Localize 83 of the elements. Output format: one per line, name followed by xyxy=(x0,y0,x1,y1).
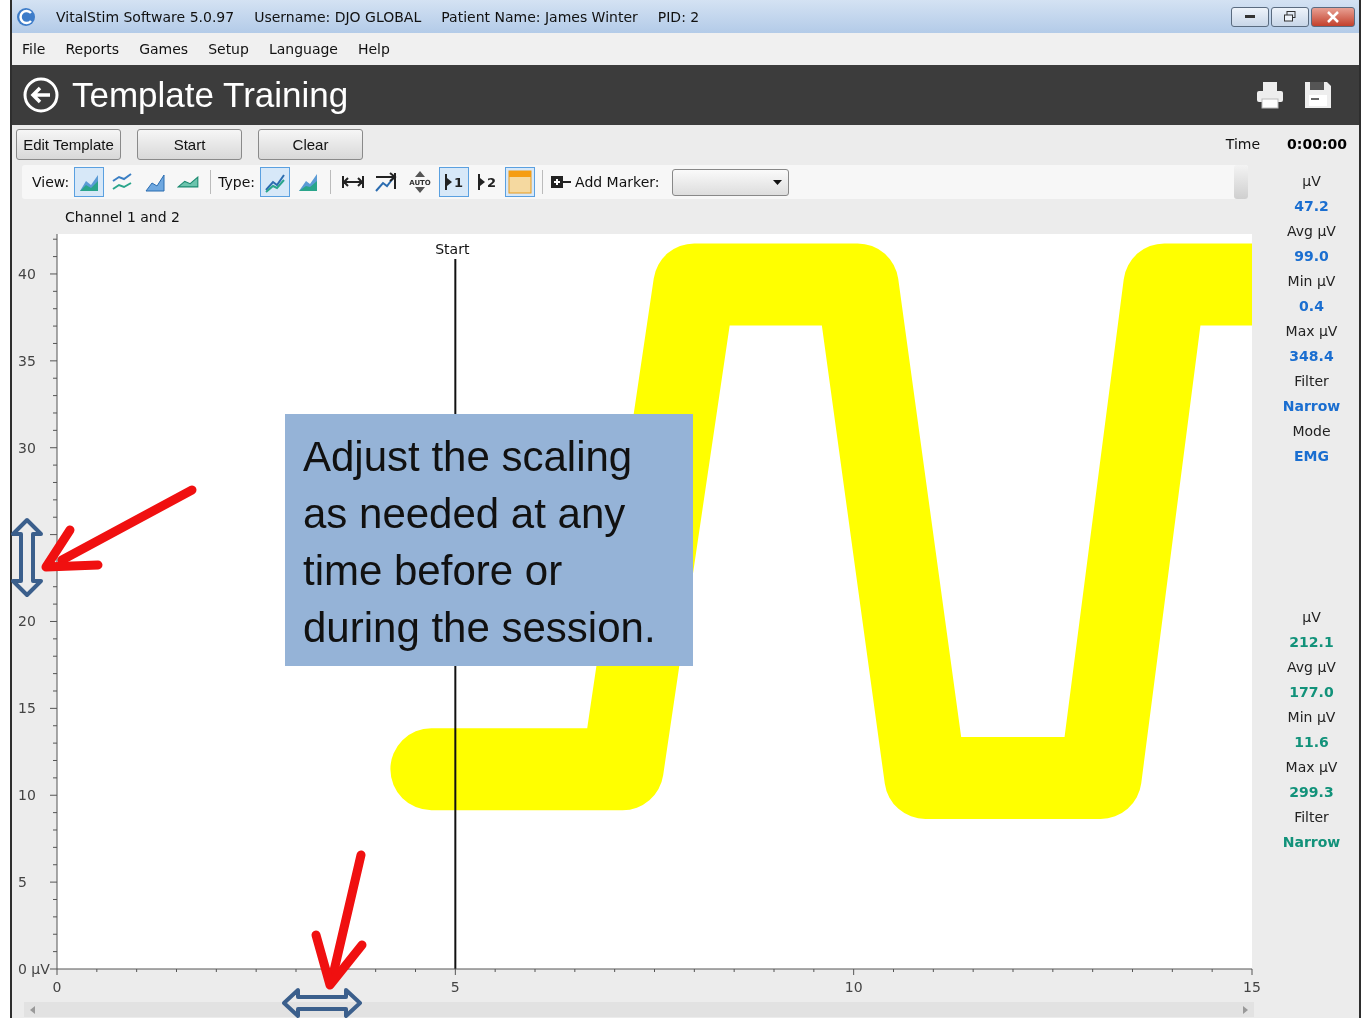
stat-label: Avg µV xyxy=(1287,658,1336,677)
channel-label: Channel 1 and 2 xyxy=(65,208,180,225)
stat-label: Min µV xyxy=(1287,272,1336,291)
restore-button[interactable] xyxy=(1271,6,1309,27)
menu-item[interactable]: Help xyxy=(357,41,390,57)
stat-value: 47.2 xyxy=(1294,197,1329,216)
channel-marker-button[interactable]: 2 xyxy=(472,167,503,197)
back-icon[interactable] xyxy=(22,76,60,114)
y-tick-label: 5 xyxy=(18,874,27,891)
time-value: 0:00:00 xyxy=(1287,136,1347,152)
stat-label: Max µV xyxy=(1285,758,1338,777)
view-button[interactable] xyxy=(74,167,105,197)
marker-dropdown[interactable] xyxy=(672,168,790,196)
minimize-button[interactable] xyxy=(1231,6,1269,27)
y-tick-label: 0 µV xyxy=(18,961,50,977)
restore-icon xyxy=(1284,11,1296,22)
add-marker-icon[interactable] xyxy=(550,174,573,190)
x-tick-label: 5 xyxy=(450,979,460,995)
color-swatch-icon xyxy=(508,170,533,194)
y-tick-label: 40 xyxy=(18,265,36,282)
close-button[interactable] xyxy=(1311,6,1355,27)
stat-value: 11.6 xyxy=(1294,733,1329,752)
add-marker-label: Add Marker: xyxy=(575,174,660,190)
x-tick-label: 10 xyxy=(844,979,863,995)
toolbar-button[interactable]: Start xyxy=(137,128,242,160)
window-title: VitalStim Software 5.0.97 xyxy=(56,8,235,25)
stat-label: Min µV xyxy=(1287,708,1336,727)
menu-item[interactable]: File xyxy=(22,41,46,57)
stat-label: µV xyxy=(1302,608,1321,627)
stat-label: Filter xyxy=(1294,808,1329,827)
stat-value: 177.0 xyxy=(1289,683,1334,702)
stat-value: EMG xyxy=(1294,447,1329,466)
stat-value: Narrow xyxy=(1282,397,1341,416)
menu-item[interactable]: Games xyxy=(139,41,189,57)
save-icon[interactable] xyxy=(1303,80,1333,110)
patient-id-text: PID: 2 xyxy=(657,8,700,25)
patient-name-text: Patient Name: James Winter xyxy=(441,8,638,25)
y-tick-label: 30 xyxy=(18,439,36,456)
stat-value: 299.3 xyxy=(1289,783,1334,802)
y-tick-label: 15 xyxy=(18,700,36,717)
toolbar-scroll xyxy=(1234,165,1248,199)
dropdown-caret-icon xyxy=(773,179,783,185)
stat-value: 99.0 xyxy=(1294,247,1329,266)
toolbar-button[interactable]: Clear xyxy=(258,128,363,160)
edit-template-button[interactable]: Edit Template xyxy=(16,128,121,160)
minimize-icon xyxy=(1245,14,1255,19)
y-tick-label: 20 xyxy=(18,613,36,630)
callout-note: Adjust the scaling as needed at any time before or during the session. xyxy=(285,414,693,666)
type-button[interactable] xyxy=(260,167,291,197)
stat-label: µV xyxy=(1302,172,1321,191)
menu-item[interactable]: Reports xyxy=(65,41,120,57)
marker-flag-icon xyxy=(478,174,487,190)
line-chart-icon xyxy=(177,176,200,188)
menu-item[interactable]: Setup xyxy=(208,41,249,57)
page-title: Template Training xyxy=(72,75,349,115)
stat-value: 212.1 xyxy=(1289,633,1334,652)
scroll-right-icon xyxy=(1243,1005,1248,1014)
app-logo-icon xyxy=(16,6,36,27)
stacked-line-chart-icon xyxy=(111,171,134,193)
marker-flag-icon xyxy=(445,174,454,190)
channel-marker-button[interactable]: 1 xyxy=(439,167,470,197)
stat-label: Avg µV xyxy=(1287,222,1336,241)
stat-value: 0.4 xyxy=(1299,297,1324,316)
username-text: Username: DJO GLOBAL xyxy=(254,8,422,25)
stat-label: Max µV xyxy=(1285,322,1338,341)
type-label: Type: xyxy=(218,174,256,190)
menu-item[interactable]: Language xyxy=(268,41,338,57)
close-icon xyxy=(1327,10,1339,23)
scroll-left-icon xyxy=(30,1005,35,1014)
x-tick-label: 0 xyxy=(52,979,62,995)
chart-arrow-icon xyxy=(374,171,399,193)
stat-label: Filter xyxy=(1294,372,1329,391)
stat-value: Narrow xyxy=(1282,833,1341,852)
marker-label: Start xyxy=(435,241,470,257)
print-icon[interactable] xyxy=(1255,80,1285,110)
horizontal-arrows-icon xyxy=(341,174,366,190)
y-tick-label: 10 xyxy=(18,787,36,804)
y-tick-label: 35 xyxy=(18,352,36,369)
stat-label: Mode xyxy=(1292,422,1331,441)
x-tick-label: 15 xyxy=(1243,979,1261,995)
stat-value: 348.4 xyxy=(1289,347,1334,366)
time-label: Time xyxy=(1225,136,1261,152)
view-label: View: xyxy=(32,174,70,190)
